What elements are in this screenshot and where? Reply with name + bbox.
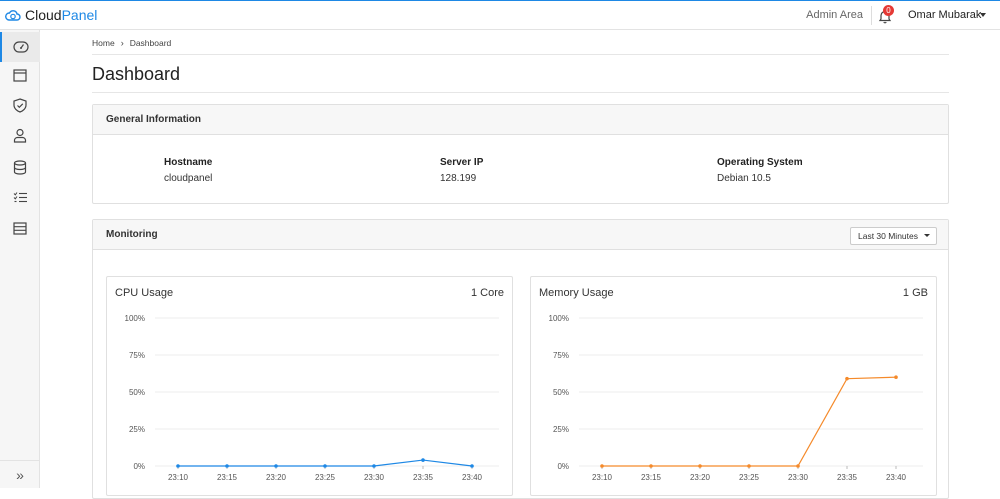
x-tick-label: 23:30 <box>364 473 385 482</box>
x-tick-label: 23:40 <box>462 473 483 482</box>
x-tick-label: 23:35 <box>413 473 434 482</box>
x-tick-label: 23:30 <box>788 473 809 482</box>
breadcrumb-divider <box>92 54 949 55</box>
monitoring-title: Monitoring <box>106 229 158 240</box>
sidebar-item-security[interactable] <box>0 90 40 120</box>
y-tick-label: 25% <box>129 425 145 434</box>
top-bar: Cloud Panel Admin Area 0 Omar Mubarak <box>0 0 1000 30</box>
data-point <box>470 464 474 468</box>
server-ip-value: 128.199 <box>440 173 477 184</box>
breadcrumb: Home › Dashboard <box>92 38 171 48</box>
x-tick-label: 23:10 <box>168 473 189 482</box>
app-logo[interactable]: Cloud Panel <box>5 7 97 23</box>
sidebar-item-sites[interactable] <box>0 60 40 90</box>
y-tick-label: 50% <box>129 388 145 397</box>
memory-usage-chart: Memory Usage 1 GB 100% 75% 50% 25% 0% 23:10 23… <box>530 276 937 496</box>
notification-badge: 0 <box>883 5 894 16</box>
data-point <box>372 464 376 468</box>
x-tick-label: 23:20 <box>690 473 711 482</box>
app-name-part1: Cloud <box>25 7 62 23</box>
os-block: Operating System Debian 10.5 <box>717 157 803 184</box>
expand-sidebar-button[interactable]: » <box>0 460 40 488</box>
data-point <box>274 464 278 468</box>
sidebar-item-tasks[interactable] <box>0 182 40 212</box>
data-point <box>894 375 898 379</box>
sidebar-item-dashboard[interactable] <box>0 32 40 62</box>
data-point <box>796 464 800 468</box>
sidebar: » <box>0 30 40 488</box>
hostname-value: cloudpanel <box>164 173 213 184</box>
data-point <box>845 376 849 381</box>
data-point <box>747 464 751 468</box>
x-tick-label: 23:35 <box>837 473 858 482</box>
y-tick-label: 75% <box>129 351 145 360</box>
server-ip-block: Server IP 128.199 <box>440 157 483 184</box>
y-tick-label: 0% <box>133 462 145 471</box>
x-tick-label: 23:25 <box>739 473 760 482</box>
cloud-icon <box>5 10 21 21</box>
y-tick-label: 100% <box>549 314 569 323</box>
sites-icon <box>13 68 27 82</box>
data-point <box>600 464 604 468</box>
caret-down-icon[interactable] <box>980 13 986 17</box>
shield-icon <box>13 97 27 113</box>
y-tick-label: 25% <box>553 425 569 434</box>
x-tick-label: 23:25 <box>315 473 336 482</box>
hostname-block: Hostname cloudpanel <box>164 157 212 184</box>
series-line <box>602 376 897 467</box>
os-value: Debian 10.5 <box>717 173 771 184</box>
chevron-right-icon: › <box>120 38 124 48</box>
time-range-dropdown[interactable]: Last 30 Minutes <box>849 227 937 245</box>
breadcrumb-home[interactable]: Home <box>92 38 115 48</box>
x-tick-label: 23:20 <box>266 473 287 482</box>
general-information-card: General Information Hostname cloudpanel … <box>92 104 949 204</box>
hostname-label: Hostname <box>164 157 213 168</box>
data-point <box>698 464 702 468</box>
monitoring-header: Monitoring Last 30 Minutes <box>93 220 948 250</box>
y-tick-label: 0% <box>557 462 569 471</box>
memory-usage-plot: 100% 75% 50% 25% 0% 23:10 23:15 23:20 23:25 23:30… <box>549 314 923 482</box>
y-tick-label: 100% <box>125 314 145 323</box>
data-point <box>649 464 653 468</box>
data-point <box>225 464 229 468</box>
user-menu[interactable]: Omar Mubarak <box>908 9 981 21</box>
x-tick-label: 23:15 <box>641 473 662 482</box>
title-divider <box>92 92 949 93</box>
x-tick-label: 23:40 <box>886 473 907 482</box>
sidebar-item-users[interactable] <box>0 120 40 150</box>
checklist-icon <box>13 191 27 202</box>
list-icon <box>13 221 27 235</box>
cpu-usage-chart: CPU Usage 1 Core 100% 75% 50% 25% 0% 23:10 23:… <box>106 276 513 496</box>
sidebar-item-logs[interactable] <box>0 213 40 243</box>
y-tick-label: 75% <box>553 351 569 360</box>
y-tick-label: 50% <box>553 388 569 397</box>
breadcrumb-current: Dashboard <box>129 38 172 48</box>
general-information-header: General Information <box>93 105 948 135</box>
database-icon <box>13 159 27 175</box>
data-point <box>421 458 425 462</box>
x-tick-label: 23:15 <box>217 473 238 482</box>
monitoring-card: Monitoring Last 30 Minutes CPU Usage 1 C… <box>92 219 949 499</box>
x-tick-label: 23:10 <box>592 473 613 482</box>
data-point <box>176 464 180 468</box>
admin-area-link[interactable]: Admin Area <box>806 9 863 21</box>
data-point <box>323 464 327 468</box>
user-icon <box>13 128 27 143</box>
sidebar-item-databases[interactable] <box>0 152 40 182</box>
cpu-usage-plot: 100% 75% 50% 25% 0% 23:10 23:15 23:20 23:25 23:30… <box>125 314 499 482</box>
app-name-part2: Panel <box>61 7 98 23</box>
server-ip-label: Server IP <box>440 157 484 168</box>
dashboard-icon <box>13 41 29 53</box>
caret-down-icon <box>924 234 930 237</box>
time-range-label: Last 30 Minutes <box>857 231 918 241</box>
page-title: Dashboard <box>92 64 181 84</box>
header-divider <box>871 6 872 25</box>
os-label: Operating System <box>717 157 803 168</box>
